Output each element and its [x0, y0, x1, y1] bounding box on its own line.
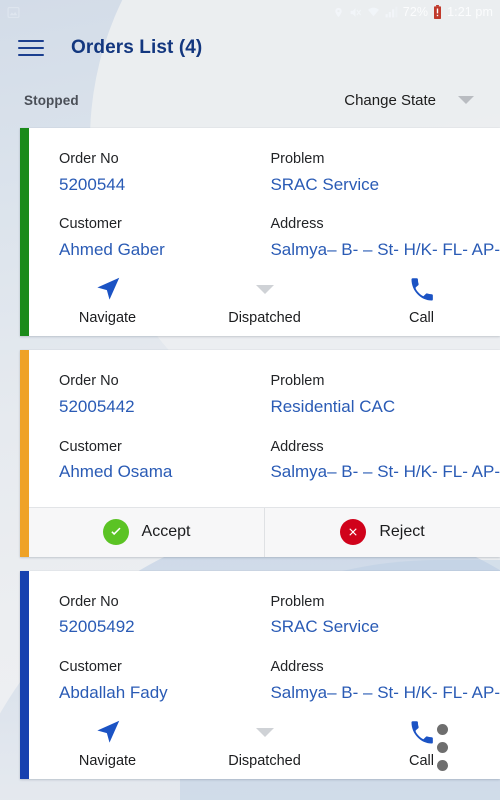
status-stripe — [20, 570, 29, 780]
app-bar: Orders List (4) — [0, 24, 500, 72]
dispatched-dropdown[interactable]: Dispatched — [186, 285, 343, 326]
call-button[interactable]: Call — [343, 719, 500, 769]
field-label: Customer — [59, 438, 122, 455]
field-value: Ahmed Gaber — [59, 239, 165, 259]
field-value: Salmya– B- – St- H/K- FL- AP- — [270, 682, 500, 702]
call-label: Call — [409, 753, 434, 770]
field-label: Order No — [59, 151, 119, 167]
field-label: Problem — [270, 373, 325, 390]
field-value: 52005442 — [59, 396, 135, 416]
field-problem: Problem SRAC Service — [270, 593, 500, 640]
dispatched-dropdown[interactable]: Dispatched — [186, 728, 343, 769]
orders-list: Order No 5200544 Problem SRAC Service Cu… — [0, 128, 500, 780]
signal-icon — [385, 6, 398, 18]
navigate-arrow-icon — [93, 717, 123, 747]
field-label: Problem — [270, 151, 325, 167]
field-value: 5200544 — [59, 174, 126, 194]
navigate-label: Navigate — [78, 753, 137, 770]
field-address: Address Salmya– B- – St- H/K- FL- AP- — [270, 215, 500, 262]
field-value: Salmya– B- – St- H/K- FL- AP- — [270, 239, 500, 259]
field-value: 52005492 — [59, 617, 135, 637]
mute-icon — [349, 6, 362, 19]
field-value: Ahmed Osama — [59, 462, 173, 482]
call-button[interactable]: Call — [343, 276, 500, 326]
field-label: Problem — [270, 593, 325, 610]
field-value: Residential CAC — [270, 396, 396, 416]
field-value: SRAC Service — [270, 617, 380, 637]
current-state-label: Stopped — [24, 92, 79, 108]
reject-button[interactable]: Reject — [264, 507, 500, 557]
navigate-arrow-icon — [93, 274, 123, 304]
chevron-down-icon — [255, 285, 274, 295]
field-order-no: Order No 5200544 — [59, 150, 270, 197]
field-label: Customer — [59, 216, 122, 233]
field-problem: Problem Residential CAC — [270, 372, 500, 419]
field-label: Order No — [59, 593, 119, 610]
change-state-dropdown[interactable]: Change State — [344, 92, 474, 109]
field-value: Abdallah Fady — [59, 682, 168, 702]
field-customer: Customer Abdallah Fady — [59, 658, 270, 705]
navigate-button[interactable]: Navigate — [29, 274, 186, 326]
order-card[interactable]: Order No 5200544 Problem SRAC Service Cu… — [20, 128, 500, 337]
field-label: Address — [270, 659, 324, 676]
accept-reject-bar: Accept Reject — [29, 506, 500, 557]
field-label: Address — [270, 438, 324, 455]
filter-bar: Stopped Change State — [0, 72, 500, 128]
battery-percent: 72% — [402, 5, 429, 19]
field-label: Address — [270, 216, 324, 233]
close-circle-icon — [340, 519, 367, 546]
status-bar: 72% 1:21 pm — [0, 0, 500, 24]
dispatched-label: Dispatched — [228, 310, 301, 327]
order-card[interactable]: Order No 52005492 Problem SRAC Service C… — [20, 570, 500, 780]
wifi-icon — [367, 6, 380, 18]
location-pin-icon — [333, 6, 344, 19]
page-title: Orders List (4) — [71, 37, 203, 58]
change-state-label: Change State — [344, 91, 436, 109]
field-label: Order No — [59, 373, 119, 390]
order-actions: Navigate Dispatched Call — [29, 262, 500, 336]
field-customer: Customer Ahmed Gaber — [59, 215, 270, 262]
field-label: Customer — [59, 659, 122, 676]
field-problem: Problem SRAC Service — [270, 150, 500, 197]
navigate-label: Navigate — [78, 310, 137, 327]
order-card[interactable]: Order No 52005442 Problem Residential CA… — [20, 350, 500, 557]
navigate-button[interactable]: Navigate — [29, 717, 186, 769]
order-fields: Order No 5200544 Problem SRAC Service Cu… — [29, 128, 500, 262]
status-stripe — [20, 128, 29, 337]
check-circle-icon — [102, 519, 129, 546]
field-value: SRAC Service — [270, 174, 380, 194]
order-actions: Navigate Dispatched Call — [29, 705, 500, 779]
field-value: Salmya– B- – St- H/K- FL- AP- — [270, 462, 500, 482]
app-screen: 72% 1:21 pm Orders List (4) Stopped Chan… — [0, 0, 500, 800]
dispatched-label: Dispatched — [228, 753, 301, 770]
phone-icon — [408, 719, 436, 747]
hamburger-menu-icon[interactable] — [18, 37, 44, 59]
field-customer: Customer Ahmed Osama — [59, 438, 270, 485]
field-address: Address Salmya– B- – St- H/K- FL- AP- — [270, 438, 500, 485]
order-fields: Order No 52005492 Problem SRAC Service C… — [29, 571, 500, 705]
field-order-no: Order No 52005442 — [59, 372, 270, 419]
field-order-no: Order No 52005492 — [59, 593, 270, 640]
overflow-menu-icon[interactable] — [437, 724, 448, 772]
call-label: Call — [409, 310, 434, 327]
status-stripe — [20, 350, 29, 557]
clock-time: 1:21 pm — [447, 5, 493, 19]
accept-button[interactable]: Accept — [29, 508, 264, 557]
chevron-down-icon — [255, 728, 274, 738]
reject-label: Reject — [379, 523, 425, 541]
screenshot-icon — [7, 6, 20, 19]
field-address: Address Salmya– B- – St- H/K- FL- AP- — [270, 658, 500, 705]
phone-icon — [408, 276, 436, 304]
order-fields: Order No 52005442 Problem Residential CA… — [29, 350, 500, 484]
battery-alert-icon — [433, 5, 442, 19]
chevron-down-icon — [458, 96, 474, 104]
accept-label: Accept — [141, 523, 191, 541]
